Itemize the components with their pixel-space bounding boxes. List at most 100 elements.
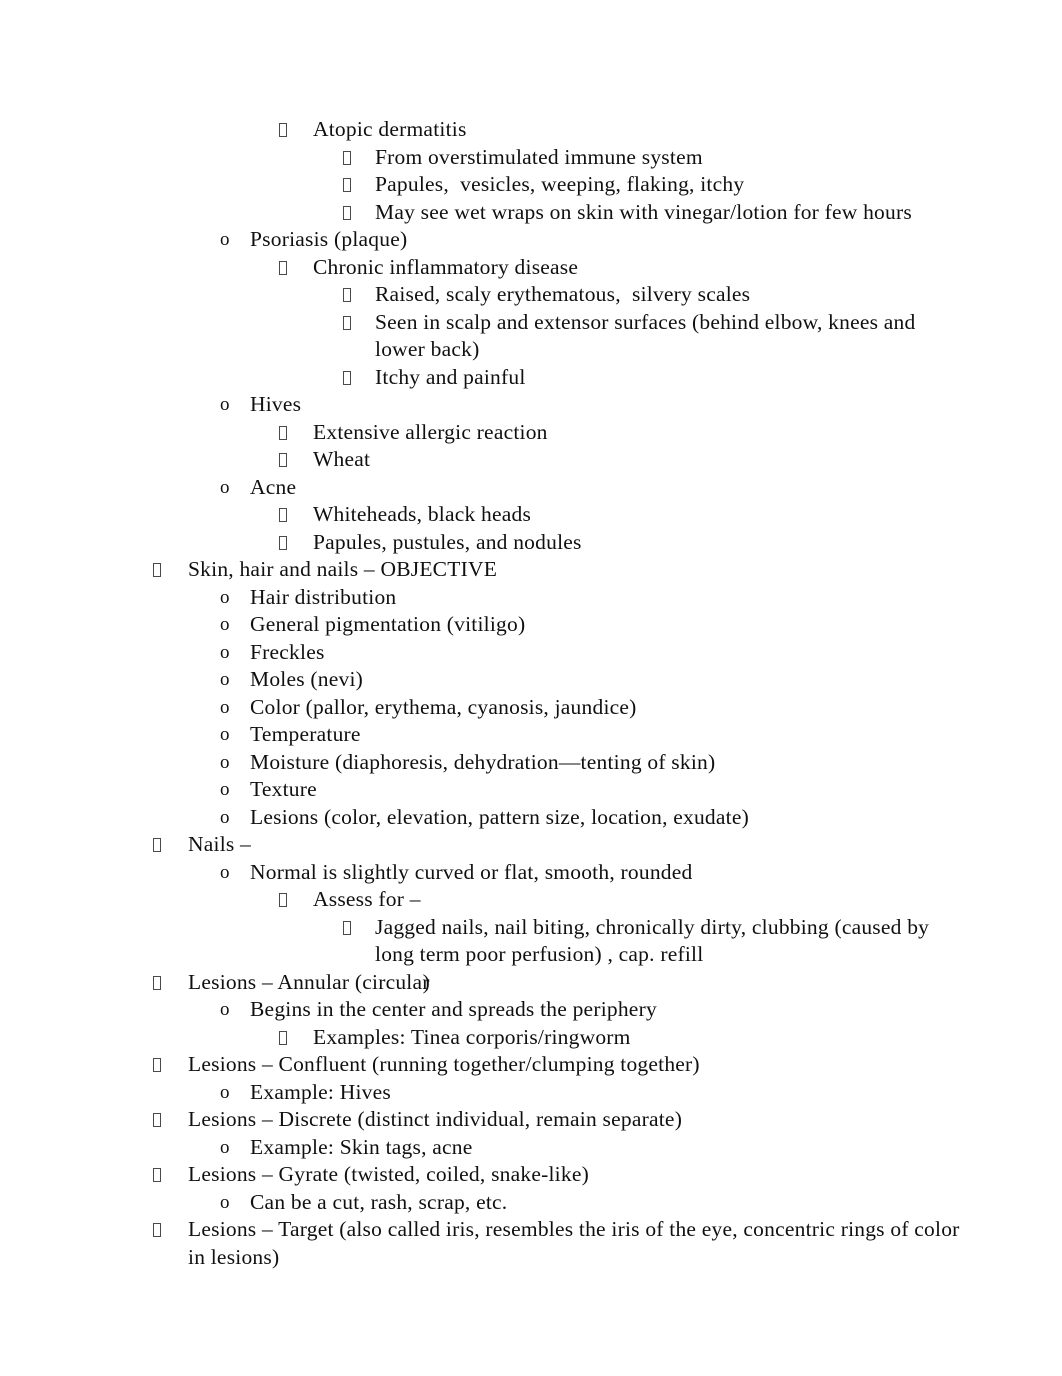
bullet-box-icon (279, 446, 313, 474)
outline-item-label: Moisture (diaphoresis, dehydration—tenti… (250, 749, 716, 774)
outline-item: o Moisture (diaphoresis, dehydration—tent… (0, 749, 1062, 777)
bullet-box-icon (279, 529, 313, 557)
bullet-box-icon (153, 556, 188, 584)
missing-glyph-box-icon (279, 123, 287, 137)
bullet-box-icon (279, 254, 313, 282)
bullet-box-icon (343, 309, 375, 337)
outline-item: Raised, scaly erythematous, silvery scal… (0, 281, 1062, 309)
outline-item: Lesions – Annular (circular) (0, 969, 1062, 997)
bullet-box-icon (343, 144, 375, 172)
outline-item: Papules, pustules, and nodules (0, 529, 1062, 557)
bullet-box-icon (279, 501, 313, 529)
missing-glyph-box-icon (153, 838, 161, 852)
outline-item: Atopic dermatitis (0, 116, 1062, 144)
outline-item: From overstimulated immune system (0, 144, 1062, 172)
outline-item-label: Color (pallor, erythema, cyanosis, jaund… (250, 694, 637, 719)
bullet-circle-marker: o (220, 394, 230, 415)
outline-item-label: Nails – (188, 832, 252, 856)
outline-item-label: Chronic inflammatory disease (313, 254, 579, 279)
missing-glyph-box-icon (279, 535, 287, 550)
outline-item-label: Atopic dermatitis (313, 117, 467, 141)
missing-glyph-box-icon (279, 260, 287, 275)
bullet-box-icon (343, 281, 375, 309)
outline-item-label: Example: Hives (250, 1079, 391, 1104)
bullet-box-icon (153, 969, 188, 997)
bullet-box-icon (153, 1161, 188, 1189)
bullet-box-icon (279, 1024, 313, 1052)
outline-item-label: Lesions – Discrete (distinct individual,… (188, 1106, 978, 1134)
missing-glyph-box-icon (153, 563, 161, 577)
outline-item: o Begins in the center and spreads the pe… (0, 996, 1062, 1024)
outline-item-label: Wheat (313, 447, 371, 471)
missing-glyph-box-icon (153, 975, 161, 990)
outline-item-label: Example: Skin tags, acne (250, 1134, 473, 1159)
outline-item-label: Whiteheads, black heads (313, 502, 532, 526)
outline-item: o Normal is slightly curved or flat, smoo… (0, 859, 1062, 887)
bullet-box-icon (343, 199, 375, 227)
outline-item-label: Hair distribution (250, 584, 397, 609)
missing-glyph-box-icon (343, 920, 351, 935)
outline-item: o Example: Hives (0, 1079, 1062, 1107)
missing-glyph-box-icon (279, 893, 287, 907)
outline-item: Lesions – Confluent (running together/cl… (0, 1051, 1062, 1079)
outline-item: Skin, hair and nails – OBJECTIVE (0, 556, 1062, 584)
missing-glyph-box-icon (153, 1168, 161, 1182)
bullet-box-icon (279, 116, 313, 144)
outline-item-label: Assess for – (313, 887, 421, 911)
outline-item-label: Itchy and painful (375, 364, 526, 389)
outline-item-label: Lesions – Target (also called iris, rese… (188, 1216, 978, 1271)
outline-item-label: Seen in scalp and extensor surfaces (beh… (375, 309, 922, 362)
outline-item: Itchy and painful (0, 364, 1062, 392)
outline-item: Jagged nails, nail biting, chronically d… (0, 914, 1062, 969)
bullet-circle-marker: o (220, 779, 230, 800)
bullet-circle-marker: o (220, 696, 230, 718)
outline-list: Atopic dermatitis From overstimulated imm… (0, 116, 1062, 1271)
bullet-circle-marker: o (220, 861, 230, 883)
outline-item-label: Acne (250, 474, 297, 499)
bullet-circle-marker: o (220, 476, 230, 498)
outline-item-label: Papules, pustules, and nodules (313, 529, 582, 554)
outline-item-label: Examples: Tinea corporis/ringworm (313, 1024, 631, 1049)
bullet-box-icon (343, 171, 375, 199)
bullet-circle-marker: o (220, 229, 230, 250)
missing-glyph-box-icon (153, 1058, 161, 1072)
outline-item-label: Hives (250, 392, 302, 416)
missing-glyph-box-icon (279, 1030, 287, 1045)
bullet-box-icon (343, 364, 375, 392)
bullet-box-icon (279, 419, 313, 447)
missing-glyph-box-icon (343, 288, 351, 302)
outline-item: Lesions – Discrete (distinct individual,… (0, 1106, 1062, 1134)
missing-glyph-box-icon (343, 150, 351, 165)
outline-item: o Moles (nevi) (0, 666, 1062, 694)
outline-item-label: Psoriasis (plaque) (250, 227, 408, 251)
outline-item: Whiteheads, black heads (0, 501, 1062, 529)
missing-glyph-box-icon (343, 315, 351, 330)
outline-item: o Color (pallor, erythema, cyanosis, jaun… (0, 694, 1062, 722)
outline-item-label: Papules, vesicles, weeping, flaking, itc… (375, 172, 745, 196)
outline-item: o Psoriasis (plaque) (0, 226, 1062, 254)
outline-item: Nails – (0, 831, 1062, 859)
outline-item: Wheat (0, 446, 1062, 474)
outline-item-label: Extensive allergic reaction (313, 419, 548, 444)
bullet-box-icon (153, 1216, 188, 1244)
outline-item: o Example: Skin tags, acne (0, 1134, 1062, 1162)
outline-item: Examples: Tinea corporis/ringworm (0, 1024, 1062, 1052)
outline-item: Lesions – Target (also called iris, rese… (0, 1216, 1062, 1271)
bullet-box-icon (153, 831, 188, 859)
bullet-box-icon (153, 1051, 188, 1079)
outline-item-label: Jagged nails, nail biting, chronically d… (375, 914, 935, 967)
bullet-circle-marker: o (220, 1191, 230, 1213)
outline-item: May see wet wraps on skin with vinegar/l… (0, 199, 1062, 227)
outline-item-label: Begins in the center and spreads the per… (250, 997, 657, 1021)
missing-glyph-box-icon (343, 178, 351, 192)
bullet-circle-marker: o (220, 1136, 230, 1158)
outline-item-label: General pigmentation (vitiligo) (250, 612, 526, 636)
bullet-box-icon (279, 886, 313, 914)
missing-glyph-box-icon (279, 453, 287, 467)
outline-item: o Temperature (0, 721, 1062, 749)
outline-item: o Freckles (0, 639, 1062, 667)
outline-item: o Lesions (color, elevation, pattern size… (0, 804, 1062, 832)
missing-glyph-box-icon (279, 425, 287, 440)
outline-item-label: Freckles (250, 639, 325, 664)
document-page: Atopic dermatitis From overstimulated imm… (0, 0, 1062, 1376)
